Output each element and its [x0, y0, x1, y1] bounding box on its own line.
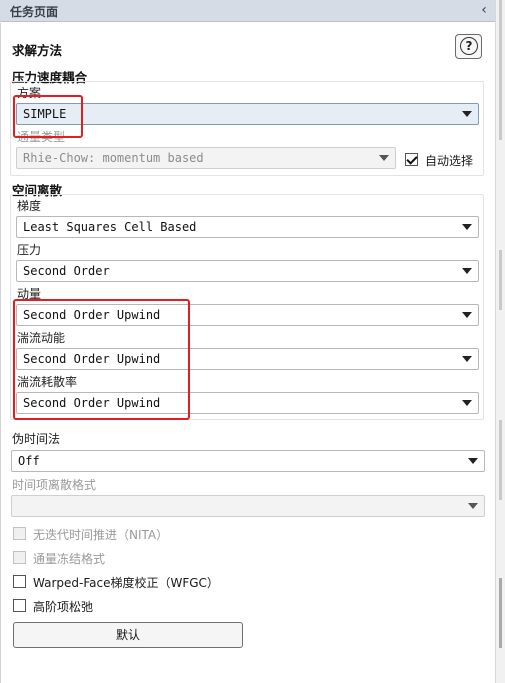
transient-formulation-label: 时间项离散格式: [12, 478, 97, 492]
flux-type-value: Rhie-Chow: momentum based: [23, 151, 204, 165]
chevron-down-icon: [468, 458, 478, 464]
default-button[interactable]: 默认: [13, 622, 243, 648]
tke-label: 湍流动能: [17, 331, 66, 345]
gradient-value: Least Squares Cell Based: [23, 220, 197, 234]
pressure-label: 压力: [17, 243, 42, 257]
tke-select[interactable]: Second Order Upwind: [16, 348, 479, 370]
solution-methods-heading: 求解方法: [12, 43, 63, 58]
pressure-select[interactable]: Second Order: [16, 260, 479, 282]
scheme-value: SIMPLE: [23, 107, 67, 121]
gradient-label: 梯度: [17, 199, 42, 213]
chevron-down-icon: [462, 268, 472, 274]
high-order-relaxation-label: 高阶项松弛: [33, 600, 94, 614]
chevron-down-icon: [379, 155, 389, 161]
nita-checkbox[interactable]: [13, 527, 26, 540]
frozen-flux-label: 通量冻结格式: [33, 552, 106, 566]
vertical-scrollbar[interactable]: [495, 0, 505, 683]
dissipation-select[interactable]: Second Order Upwind: [16, 392, 479, 414]
gradient-select[interactable]: Least Squares Cell Based: [16, 216, 479, 238]
wfgc-label: Warped-Face梯度校正（WFGC）: [33, 576, 219, 590]
high-order-relaxation-checkbox[interactable]: [13, 599, 26, 612]
chevron-down-icon: [462, 312, 472, 318]
tke-value: Second Order Upwind: [23, 352, 161, 366]
panel-titlebar: 任务页面 ‹: [0, 0, 495, 22]
auto-select-checkbox[interactable]: [405, 153, 418, 166]
auto-select-label: 自动选择: [425, 154, 474, 168]
transient-formulation-select[interactable]: [11, 495, 485, 517]
panel-title: 任务页面: [10, 5, 59, 19]
scheme-label: 方案: [17, 86, 42, 100]
wfgc-checkbox[interactable]: [13, 575, 26, 588]
scrollbar-track-segment: [499, 420, 502, 500]
nita-label: 无迭代时间推进（NITA）: [33, 528, 169, 542]
scrollbar-track-segment: [499, 250, 502, 310]
frozen-flux-checkbox[interactable]: [13, 551, 26, 564]
collapse-icon[interactable]: ‹: [477, 2, 491, 18]
help-icon: ?: [460, 37, 478, 55]
chevron-down-icon: [462, 224, 472, 230]
chevron-down-icon: [468, 503, 478, 509]
flux-type-label: 通量类型: [17, 130, 66, 144]
scheme-select[interactable]: SIMPLE: [16, 103, 479, 125]
chevron-down-icon: [462, 111, 472, 117]
pressure-value: Second Order: [23, 264, 110, 278]
chevron-down-icon: [462, 356, 472, 362]
momentum-value: Second Order Upwind: [23, 308, 161, 322]
chevron-down-icon: [462, 400, 472, 406]
scrollbar-track-segment: [499, 0, 502, 140]
momentum-label: 动量: [17, 287, 42, 301]
dissipation-value: Second Order Upwind: [23, 396, 161, 410]
pseudo-time-value: Off: [18, 454, 40, 468]
scrollbar-thumb[interactable]: [499, 578, 502, 648]
pseudo-time-select[interactable]: Off: [11, 450, 485, 472]
momentum-select[interactable]: Second Order Upwind: [16, 304, 479, 326]
help-button[interactable]: ?: [455, 34, 482, 59]
dissipation-label: 湍流耗散率: [17, 375, 78, 389]
flux-type-select[interactable]: Rhie-Chow: momentum based: [16, 147, 396, 169]
pseudo-time-label: 伪时间法: [12, 432, 61, 446]
